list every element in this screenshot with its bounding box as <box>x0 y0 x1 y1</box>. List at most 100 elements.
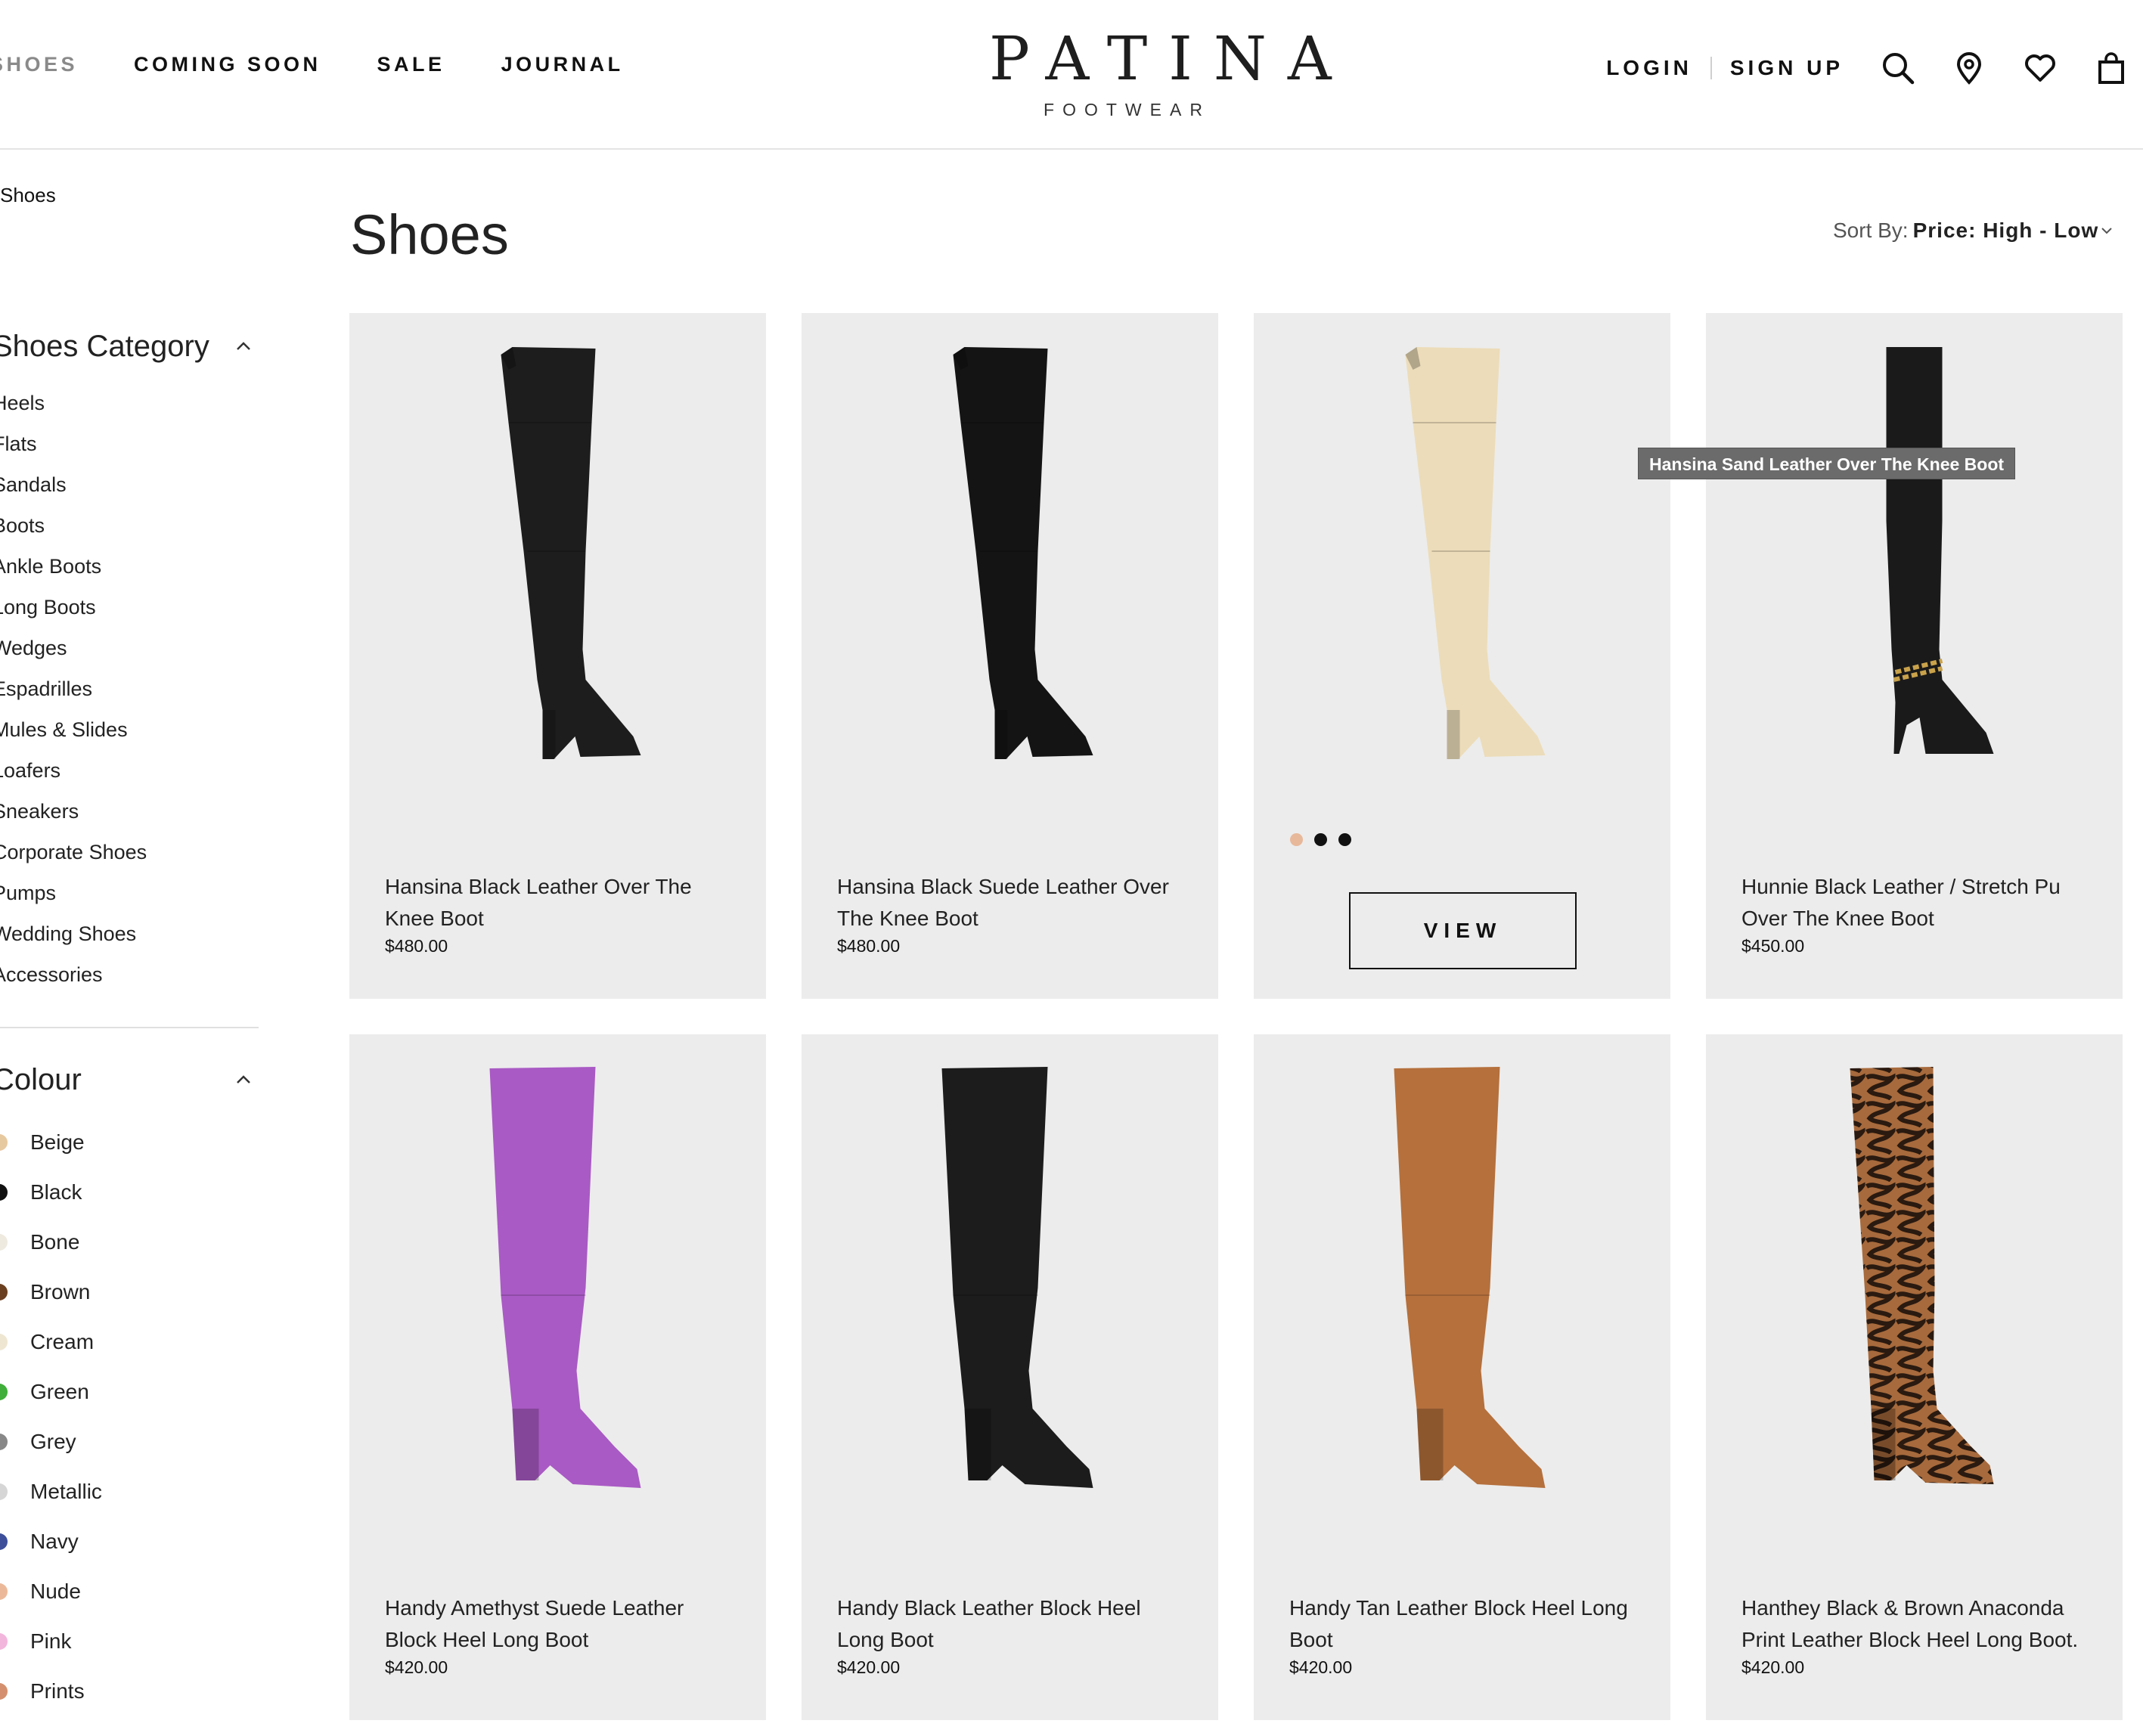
colour-filter-item[interactable]: Navy <box>0 1517 261 1567</box>
sort-dropdown[interactable]: Sort By: Price: High - Low <box>1833 219 2114 243</box>
colour-swatches <box>1290 833 1363 846</box>
boot-illustration <box>941 1067 1093 1488</box>
colour-facet-header[interactable]: Colour <box>0 1051 261 1108</box>
category-filter-item[interactable]: Pumps <box>0 873 261 913</box>
category-filter-item[interactable]: Corporate Shoes <box>0 832 261 873</box>
colour-facet-title: Colour <box>0 1062 82 1096</box>
product-card[interactable]: VIEW <box>1254 313 1670 999</box>
product-name[interactable]: Hansina Black Leather Over The Knee Boot <box>385 871 740 935</box>
account-nav: LOGIN SIGN UP <box>1606 47 2143 89</box>
nav-journal[interactable]: JOURNAL <box>501 53 624 76</box>
product-price: $420.00 <box>837 1657 901 1677</box>
colour-swatch <box>0 1583 8 1600</box>
view-button[interactable]: VIEW <box>1349 892 1577 969</box>
colour-swatch <box>0 1384 8 1400</box>
category-facet-title: Shoes Category <box>0 329 209 363</box>
product-card[interactable]: Handy Black Leather Block Heel Long Boot… <box>802 1034 1218 1720</box>
nav-coming-soon[interactable]: COMING SOON <box>134 53 321 76</box>
colour-filter-item[interactable]: Brown <box>0 1267 261 1317</box>
login-link[interactable]: LOGIN <box>1606 56 1692 80</box>
product-name[interactable]: Hansina Black Suede Leather Over The Kne… <box>837 871 1192 935</box>
nav-shoes[interactable]: SHOES <box>0 53 78 76</box>
category-filter-item[interactable]: Wedding Shoes <box>0 913 261 954</box>
colour-swatch <box>0 1683 8 1700</box>
nav-sale[interactable]: SALE <box>377 53 445 76</box>
search-icon[interactable] <box>1881 51 1915 85</box>
chevron-down-icon[interactable] <box>2100 225 2114 236</box>
product-image[interactable] <box>1254 313 1670 835</box>
colour-swatch <box>0 1533 8 1550</box>
category-filter-item[interactable]: Long Boots <box>0 587 261 628</box>
colour-filter-item[interactable]: Black <box>0 1167 261 1217</box>
category-filter-item[interactable]: Espadrilles <box>0 668 261 709</box>
category-facet-header[interactable]: Shoes Category <box>0 318 261 375</box>
colour-filter-label: Nude <box>30 1579 81 1603</box>
colour-filter-item[interactable]: Bone <box>0 1217 261 1267</box>
heart-icon[interactable] <box>2024 51 2057 85</box>
product-name[interactable]: Handy Tan Leather Block Heel Long Boot <box>1289 1592 1645 1656</box>
colour-filter-label: Beige <box>30 1130 85 1154</box>
product-card[interactable]: Handy Tan Leather Block Heel Long Boot $4… <box>1254 1034 1670 1720</box>
colour-filter-label: Metallic <box>30 1480 102 1503</box>
category-filter-item[interactable]: Boots <box>0 505 261 546</box>
colour-swatch-dot[interactable] <box>1338 833 1351 846</box>
chevron-up-icon[interactable] <box>235 1071 252 1088</box>
product-name[interactable]: Hunnie Black Leather / Stretch Pu Over T… <box>1741 871 2097 935</box>
colour-filter-item[interactable]: Cream <box>0 1317 261 1367</box>
page-title: Shoes <box>350 203 509 266</box>
product-name[interactable]: Handy Black Leather Block Heel Long Boot <box>837 1592 1192 1656</box>
colour-filter-item[interactable]: Prints <box>0 1666 261 1716</box>
category-filter-item[interactable]: Sandals <box>0 464 261 505</box>
colour-swatch-dot[interactable] <box>1290 833 1303 846</box>
product-image[interactable] <box>1254 1034 1670 1556</box>
product-card[interactable]: Handy Amethyst Suede Leather Block Heel … <box>349 1034 766 1720</box>
sort-value[interactable]: Price: High - Low <box>1913 219 2099 243</box>
breadcrumb[interactable]: Shoes <box>0 184 56 207</box>
product-image[interactable] <box>349 313 766 835</box>
colour-filter-item[interactable]: Nude <box>0 1567 261 1617</box>
colour-filter-item[interactable]: Metallic <box>0 1467 261 1517</box>
product-image[interactable] <box>1706 313 2123 835</box>
product-image[interactable] <box>1706 1034 2123 1556</box>
boot-illustration <box>1405 347 1546 759</box>
colour-filter-label: Prints <box>30 1679 85 1703</box>
category-filter-item[interactable]: Heels <box>0 383 261 423</box>
bag-icon[interactable] <box>2095 51 2128 85</box>
product-card[interactable]: Hansina Black Leather Over The Knee Boot… <box>349 313 766 999</box>
colour-filter-item[interactable]: Grey <box>0 1417 261 1467</box>
colour-filter-item[interactable]: Green <box>0 1367 261 1417</box>
colour-filter-label: Bone <box>30 1230 80 1254</box>
location-icon[interactable] <box>1952 51 1986 85</box>
product-name[interactable]: Handy Amethyst Suede Leather Block Heel … <box>385 1592 740 1656</box>
category-filter-item[interactable]: Sneakers <box>0 791 261 832</box>
signup-link[interactable]: SIGN UP <box>1730 56 1844 80</box>
colour-filter-item[interactable]: Pink <box>0 1617 261 1666</box>
category-filter-item[interactable]: Flats <box>0 423 261 464</box>
product-image[interactable] <box>802 313 1218 835</box>
sort-label: Sort By: <box>1833 219 1909 242</box>
colour-filter-label: Cream <box>30 1330 95 1353</box>
colour-filter-label: Grey <box>30 1430 76 1453</box>
product-card[interactable]: Hansina Black Suede Leather Over The Kne… <box>802 313 1218 999</box>
colour-swatch <box>0 1234 8 1251</box>
facet-divider <box>0 1027 259 1028</box>
product-image[interactable] <box>349 1034 766 1556</box>
colour-swatch <box>0 1284 8 1300</box>
product-name[interactable]: Hanthey Black & Brown Anaconda Print Lea… <box>1741 1592 2097 1656</box>
category-filter-item[interactable]: Accessories <box>0 954 261 995</box>
product-image[interactable] <box>802 1034 1218 1556</box>
colour-swatch <box>0 1334 8 1350</box>
category-filter-item[interactable]: Loafers <box>0 750 261 791</box>
colour-swatch <box>0 1633 8 1650</box>
colour-swatch-dot[interactable] <box>1314 833 1327 846</box>
brand-logo[interactable]: PATINA FOOTWEAR <box>968 26 1332 120</box>
chevron-up-icon[interactable] <box>235 338 252 355</box>
colour-filter-item[interactable]: Beige <box>0 1118 261 1167</box>
product-card[interactable]: Hunnie Black Leather / Stretch Pu Over T… <box>1706 313 2123 999</box>
category-filter-item[interactable]: Ankle Boots <box>0 546 261 587</box>
category-filter-item[interactable]: Wedges <box>0 628 261 668</box>
colour-filter-label: Brown <box>30 1280 91 1304</box>
boot-illustration <box>489 1067 641 1488</box>
category-filter-item[interactable]: Mules & Slides <box>0 709 261 750</box>
product-card[interactable]: Hanthey Black & Brown Anaconda Print Lea… <box>1706 1034 2123 1720</box>
